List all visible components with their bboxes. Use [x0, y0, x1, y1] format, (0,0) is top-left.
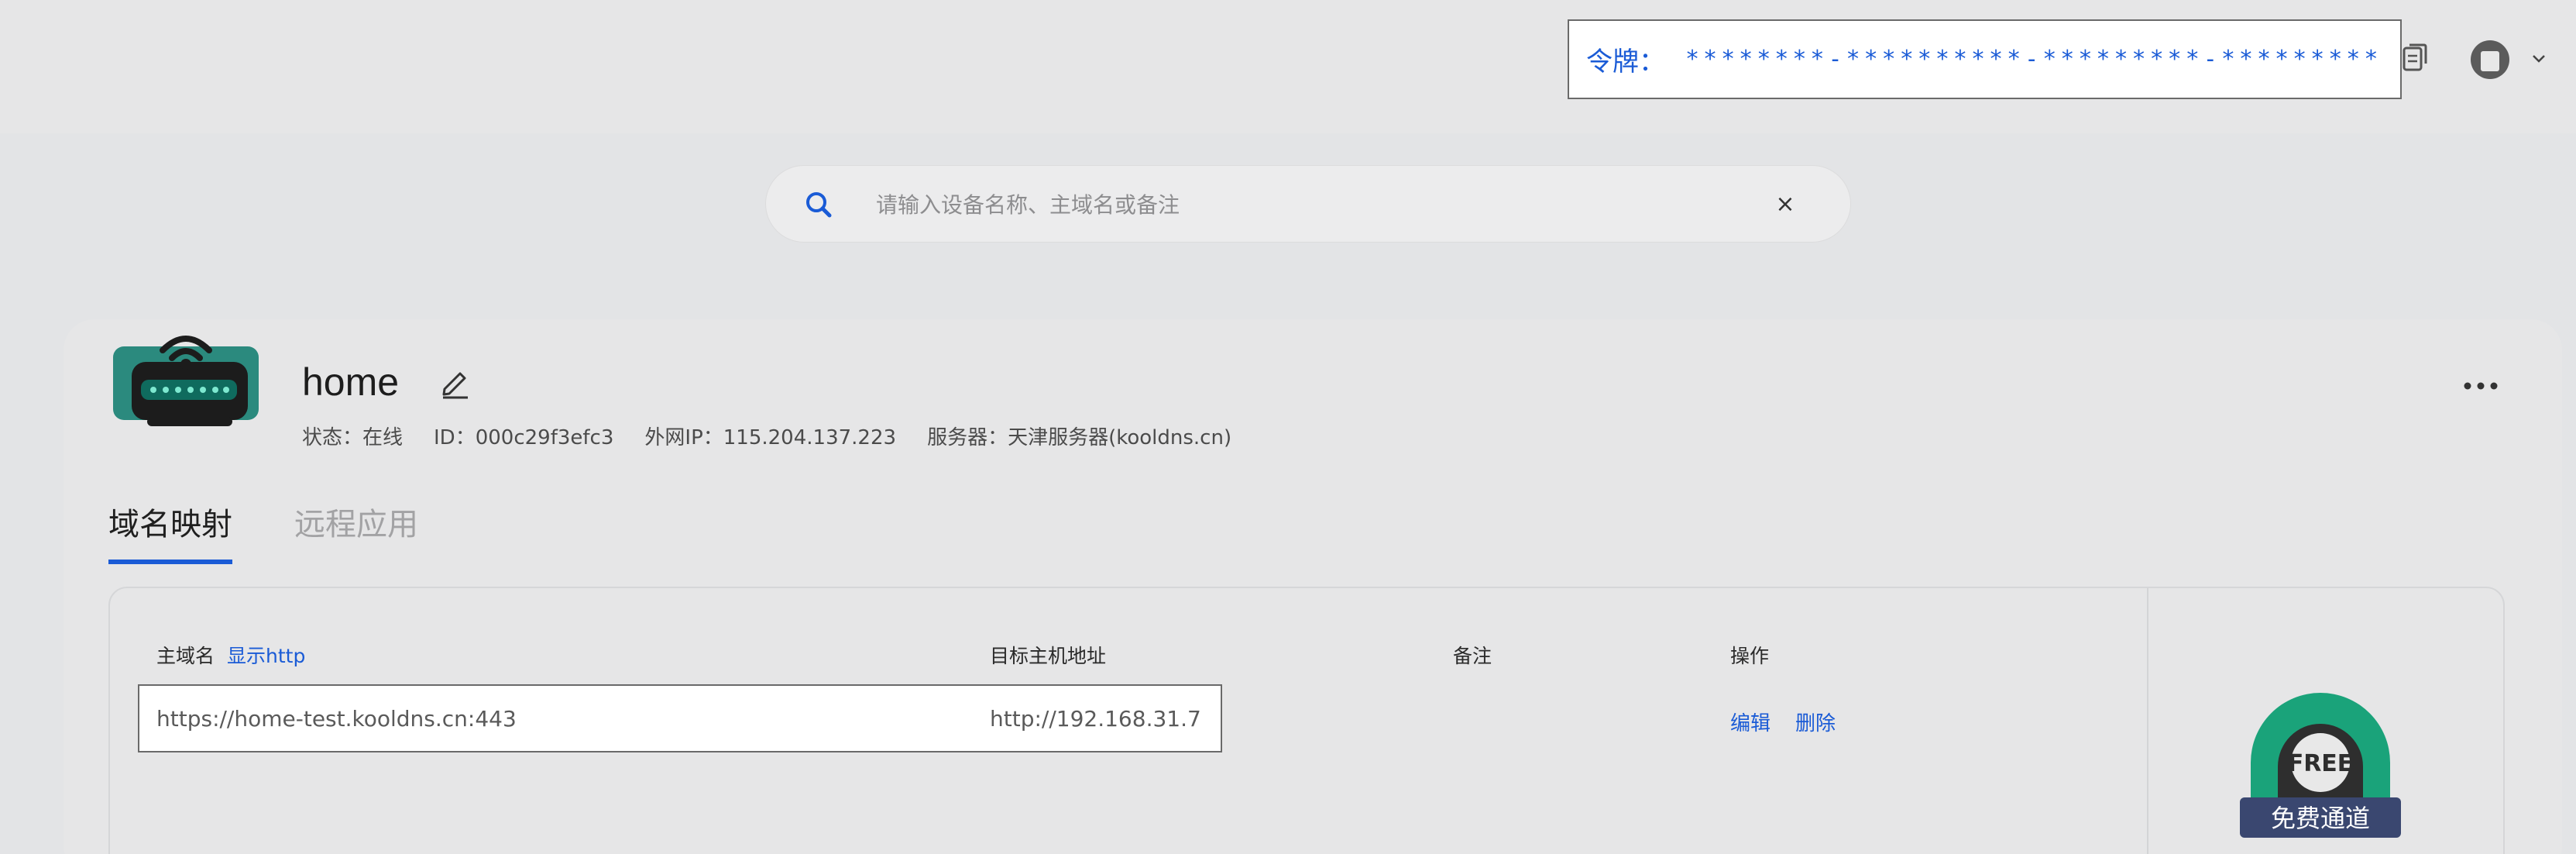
device-card: home 状态：在线 ID：000c29f3efc3 外网IP：115.204.…	[64, 319, 2562, 854]
row-domain: https://home-test.kooldns.cn:443	[156, 706, 517, 732]
device-status: 状态：在线	[302, 426, 404, 449]
badge-top-text: FREE	[2288, 750, 2354, 777]
row-target: http://192.168.31.7	[990, 706, 1201, 732]
copy-docs-icon[interactable]	[2403, 43, 2427, 71]
domain-header-label: 主域名	[156, 645, 215, 667]
column-header-actions: 操作	[1730, 645, 1770, 667]
token-label: 令牌：	[1586, 46, 1665, 77]
side-divider	[2147, 588, 2148, 854]
device-name: home	[302, 360, 400, 404]
device-meta: 状态：在线 ID：000c29f3efc3 外网IP：115.204.137.2…	[302, 422, 1231, 450]
top-bar: 令牌： ********-**********-*********-******…	[0, 0, 2576, 133]
badge-bottom-text: 免费通道	[2271, 804, 2370, 833]
mapping-table: 主域名 显示http 目标主机地址 备注 操作 https://home-test…	[108, 587, 2505, 854]
device-server: 服务器：天津服务器(kooldns.cn)	[927, 426, 1232, 449]
delete-link[interactable]: 删除	[1795, 708, 1836, 736]
search-bar: ×	[765, 165, 1851, 243]
column-header-target: 目标主机地址	[990, 645, 1107, 667]
chevron-down-icon[interactable]	[2531, 51, 2547, 67]
tab-bar: 域名映射 远程应用	[108, 499, 418, 564]
router-icon	[113, 336, 259, 426]
show-http-link[interactable]: 显示http	[227, 645, 305, 667]
column-header-note: 备注	[1453, 645, 1492, 667]
more-options-icon[interactable]	[2463, 381, 2499, 391]
token-value: ********-**********-*********-*********	[1685, 46, 2382, 73]
free-channel-badge: FREE 免费通道	[2240, 693, 2401, 838]
column-header-domain: 主域名 显示http	[156, 641, 305, 669]
tab-domain-mapping[interactable]: 域名映射	[108, 499, 232, 564]
search-input[interactable]	[876, 188, 1728, 222]
token-display: 令牌： ********-**********-*********-******…	[1568, 19, 2402, 99]
edit-link[interactable]: 编辑	[1730, 708, 1771, 736]
user-avatar[interactable]	[2471, 40, 2509, 79]
edit-icon[interactable]	[438, 366, 472, 400]
avatar-glyph-icon	[2481, 51, 2499, 71]
close-icon[interactable]: ×	[1773, 192, 1798, 217]
device-external-ip: 外网IP：115.204.137.223	[644, 426, 897, 449]
search-icon[interactable]	[803, 189, 834, 220]
tab-remote-apps[interactable]: 远程应用	[294, 499, 418, 564]
device-id: ID：000c29f3efc3	[434, 426, 614, 449]
